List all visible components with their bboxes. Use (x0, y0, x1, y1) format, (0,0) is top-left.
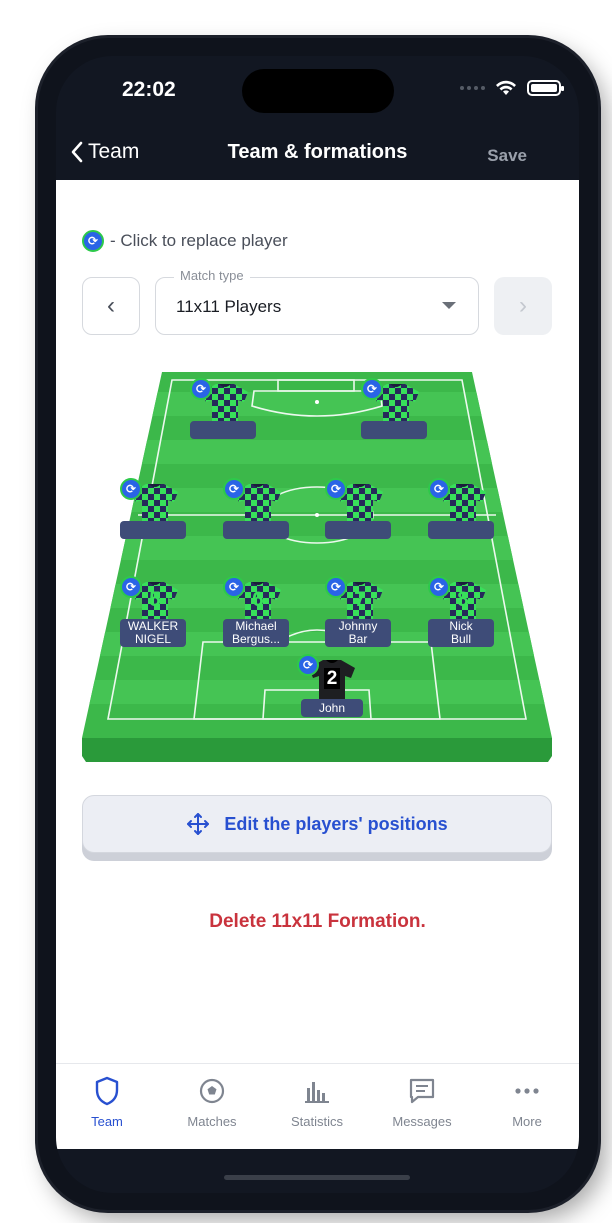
player-slot[interactable]: ⟳ (223, 478, 293, 552)
player-slot[interactable]: ⟳ (361, 378, 431, 452)
tab-bar: Team Matches Statistics Messages More (56, 1063, 579, 1149)
swap-icon[interactable]: ⟳ (428, 478, 450, 500)
player-name-tag (428, 521, 494, 539)
player-slot[interactable]: ⟳ 7 Johnny Bar (325, 576, 395, 650)
swap-icon[interactable]: ⟳ (428, 576, 450, 598)
match-type-value: 11x11 Players (176, 297, 282, 316)
swap-icon[interactable]: ⟳ (120, 478, 142, 500)
player-name-tag: WALKER NIGEL (120, 619, 186, 647)
tab-label: Team (91, 1114, 123, 1129)
match-type-select[interactable]: Match type 11x11 Players (155, 268, 479, 335)
tab-more[interactable]: More (477, 1076, 577, 1129)
player-slot[interactable]: ⟳ 5 WALKER NIGEL (120, 576, 190, 650)
player-slot[interactable]: ⟳ (120, 478, 190, 552)
player-name-tag (120, 521, 186, 539)
swap-icon: ⟳ (82, 230, 104, 252)
bar-chart-icon (305, 1082, 329, 1103)
more-dots-icon (515, 1088, 539, 1094)
player-slot[interactable]: ⟳ (190, 378, 260, 452)
tab-label: More (512, 1114, 542, 1129)
edit-positions-button[interactable]: Edit the players' positions (82, 795, 552, 861)
main-content: ⟳ - Click to replace player ‹ Match type… (56, 180, 579, 1064)
tab-team[interactable]: Team (57, 1076, 157, 1129)
player-name-tag (223, 521, 289, 539)
swap-icon[interactable]: ⟳ (325, 478, 347, 500)
swap-icon[interactable]: ⟳ (120, 576, 142, 598)
battery-icon (527, 80, 564, 96)
match-type-prev-button[interactable]: ‹ (82, 277, 140, 335)
tab-label: Messages (392, 1114, 452, 1129)
player-slot[interactable]: ⟳ 6 Michael Bergus... (223, 576, 293, 650)
player-slot[interactable]: ⟳ (428, 478, 498, 552)
save-button[interactable]: Save (487, 146, 527, 166)
chevron-left-icon: ‹ (107, 292, 115, 319)
shield-icon (95, 1076, 119, 1106)
player-name-tag (190, 421, 256, 439)
player-name-tag: Nick Bull (428, 619, 494, 647)
delete-formation-link[interactable]: Delete 11x11 Formation. (56, 911, 579, 933)
goalkeeper-slot[interactable]: ⟳ 2 John (297, 654, 367, 728)
tab-label: Statistics (290, 1114, 343, 1129)
chevron-right-icon: › (519, 292, 527, 319)
tab-matches[interactable]: Matches (162, 1076, 262, 1129)
goalkeeper-name-tag: John (301, 699, 363, 717)
match-type-next-button[interactable]: › (494, 277, 552, 335)
edit-positions-label: Edit the players' positions (224, 813, 448, 834)
chat-icon (409, 1078, 435, 1104)
tab-messages[interactable]: Messages (372, 1076, 472, 1129)
football-icon (199, 1078, 225, 1104)
status-time: 22:02 (122, 78, 176, 101)
move-arrows-icon (187, 813, 210, 835)
swap-icon[interactable]: ⟳ (297, 654, 319, 676)
player-name-tag (361, 421, 427, 439)
swap-icon[interactable]: ⟳ (223, 576, 245, 598)
player-name-tag (325, 521, 391, 539)
tab-label: Matches (187, 1114, 237, 1129)
formation-pitch: ⟳ ⟳ ⟳ ⟳ ⟳ ⟳ ⟳ 5 WALKER NIGEL ⟳ 6 Michael… (82, 364, 552, 766)
hint-text: - Click to replace player (110, 231, 288, 250)
nav-bar: Team Team & formations Save (56, 134, 579, 180)
swap-icon[interactable]: ⟳ (223, 478, 245, 500)
player-slot[interactable]: ⟳ 8 Nick Bull (428, 576, 498, 650)
status-icons (460, 80, 564, 96)
phone-screen: 22:02 Team Team & formations Save ⟳ - Cl… (56, 56, 579, 1193)
swap-icon[interactable]: ⟳ (190, 378, 212, 400)
wifi-icon (496, 80, 516, 95)
dynamic-island (242, 69, 394, 113)
player-name-tag: Michael Bergus... (223, 619, 289, 647)
match-type-legend: Match type (174, 268, 250, 283)
swap-icon[interactable]: ⟳ (325, 576, 347, 598)
player-slot[interactable]: ⟳ (325, 478, 395, 552)
swap-icon[interactable]: ⟳ (361, 378, 383, 400)
caret-down-icon (442, 302, 456, 309)
tab-statistics[interactable]: Statistics (267, 1076, 367, 1129)
replace-hint: ⟳ - Click to replace player (82, 230, 288, 252)
edit-positions-face: Edit the players' positions (82, 795, 552, 853)
player-name-tag: Johnny Bar (325, 619, 391, 647)
signal-icon (460, 86, 485, 90)
home-indicator (224, 1175, 410, 1180)
